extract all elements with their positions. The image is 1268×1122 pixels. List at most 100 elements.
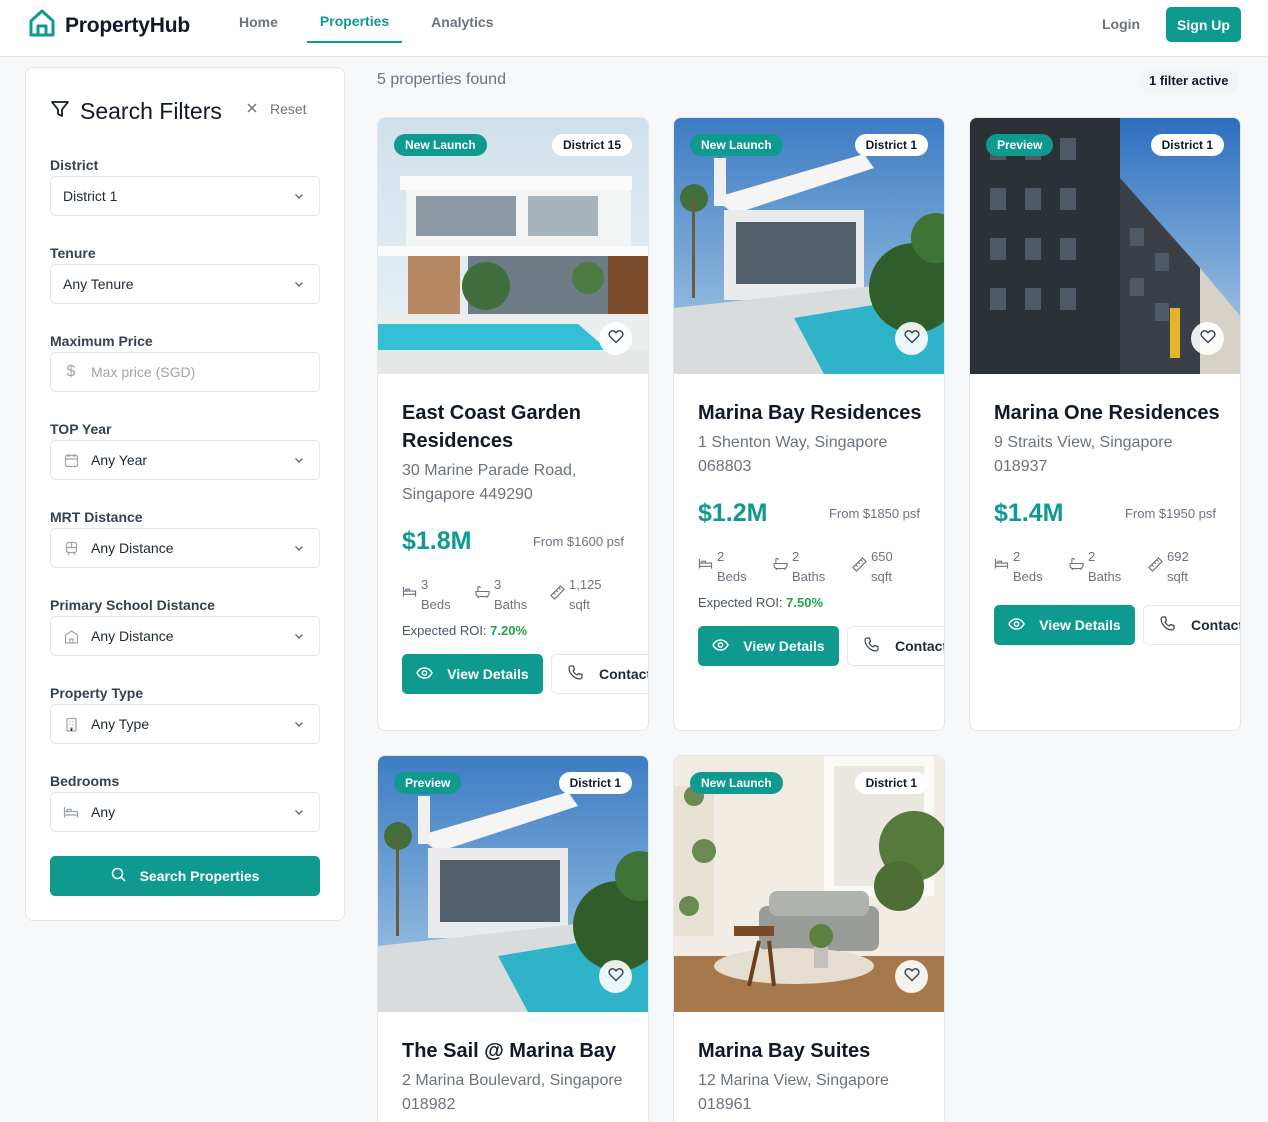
max-price-label: Maximum Price	[50, 333, 153, 349]
roi-label: Expected ROI:	[402, 623, 491, 638]
ruler-icon	[852, 557, 868, 587]
login-link[interactable]: Login	[1102, 16, 1140, 32]
property-price: $1.2M	[698, 499, 768, 527]
price-per-sqft: From $1950 psf	[1124, 506, 1216, 521]
property-title[interactable]: The Sail @ Marina Bay	[402, 1037, 642, 1065]
area-value: 692	[1167, 549, 1189, 564]
search-properties-button[interactable]: Search Properties	[50, 856, 320, 896]
eye-icon	[416, 666, 434, 682]
view-details-button[interactable]: View Details	[994, 605, 1135, 645]
property-address: 1 Shenton Way, Singapore 068803	[698, 434, 888, 475]
beds-spec: 3 Beds	[402, 575, 451, 615]
school-distance-value: Any Distance	[91, 628, 174, 644]
logo[interactable]: PropertyHub	[27, 8, 190, 43]
nav-properties[interactable]: Properties	[306, 0, 403, 43]
view-details-button[interactable]: View Details	[402, 654, 543, 694]
baths-spec: 3 Baths	[475, 575, 527, 615]
property-address: 9 Straits View, Singapore 018937	[994, 434, 1173, 475]
property-title[interactable]: Marina One Residences	[994, 399, 1234, 427]
favorite-button[interactable]	[895, 960, 928, 993]
contact-button[interactable]: Contact	[1143, 605, 1241, 645]
baths-spec: 2 Baths	[773, 547, 825, 587]
price-row: $1.2M From $1850 psf	[698, 493, 944, 535]
filters-title: Search Filters	[80, 98, 222, 124]
baths-label: Baths	[1088, 569, 1122, 584]
bed-icon	[63, 804, 79, 820]
app-name: PropertyHub	[65, 13, 190, 37]
property-specs: 2 Beds 2 Baths 692 sqft	[994, 547, 1240, 589]
area-label: sqft	[569, 597, 590, 612]
baths-label: Baths	[792, 569, 826, 584]
contact-label: Contact	[599, 666, 649, 682]
beds-label: Beds	[421, 597, 451, 612]
top-year-label: TOP Year	[50, 421, 112, 437]
beds-spec: 2 Beds	[698, 547, 747, 587]
nav-analytics[interactable]: Analytics	[418, 0, 506, 43]
chevron-down-icon	[293, 805, 305, 821]
bedrooms-value: Any	[91, 804, 116, 820]
favorite-button[interactable]	[895, 322, 928, 355]
area-spec: 650 sqft	[852, 547, 893, 587]
max-price-input[interactable]: $ Max price (SGD)	[50, 352, 320, 392]
school-distance-select[interactable]: Any Distance	[50, 616, 320, 656]
mrt-distance-select[interactable]: Any Distance	[50, 528, 320, 568]
beds-spec: 2 Beds	[994, 547, 1043, 587]
property-title[interactable]: Marina Bay Residences	[698, 399, 938, 427]
property-price: $1.8M	[402, 527, 472, 555]
calendar-icon	[63, 452, 79, 468]
property-title[interactable]: East Coast Garden Residences	[402, 399, 632, 455]
heart-icon	[607, 329, 624, 349]
beds-count: 2	[717, 549, 725, 564]
district-select[interactable]: District 1	[50, 176, 320, 216]
contact-button[interactable]: Contact	[551, 654, 649, 694]
area-value: 650	[871, 549, 893, 564]
reset-button[interactable]: Reset	[246, 101, 307, 117]
favorite-button[interactable]	[599, 322, 632, 355]
close-icon	[246, 101, 258, 117]
card-actions: View Details Contact	[994, 605, 1240, 645]
property-title[interactable]: Marina Bay Suites	[698, 1037, 938, 1065]
search-filters-panel: Search Filters Reset District District 1…	[25, 67, 345, 921]
school-distance-label: Primary School Distance	[50, 597, 215, 613]
contact-button[interactable]: Contact	[847, 626, 945, 666]
property-card: Preview District 1 The Sail @ Marina Bay…	[377, 755, 649, 1122]
chevron-down-icon	[293, 189, 305, 205]
contact-label: Contact	[895, 638, 945, 654]
heart-icon	[1199, 329, 1216, 349]
property-type-label: Property Type	[50, 685, 144, 701]
signup-button[interactable]: Sign Up	[1166, 7, 1241, 42]
view-details-button[interactable]: View Details	[698, 626, 839, 666]
area-label: sqft	[871, 569, 892, 584]
filter-icon	[50, 98, 70, 125]
nav-home[interactable]: Home	[226, 0, 291, 43]
top-navbar: PropertyHub Home Properties Analytics Lo…	[0, 0, 1268, 57]
launch-badge: Preview	[394, 772, 462, 794]
tenure-select[interactable]: Any Tenure	[50, 264, 320, 304]
contact-label: Contact	[1191, 617, 1241, 633]
card-body: Marina Bay Suites 12 Marina View, Singap…	[698, 1037, 944, 1117]
chevron-down-icon	[293, 629, 305, 645]
bedrooms-select[interactable]: Any	[50, 792, 320, 832]
beds-label: Beds	[717, 569, 747, 584]
property-specs: 3 Beds 3 Baths 1,125 sqft	[402, 575, 648, 617]
eye-icon	[1008, 617, 1026, 633]
property-type-select[interactable]: Any Type	[50, 704, 320, 744]
home-icon	[27, 8, 57, 43]
chevron-down-icon	[293, 541, 305, 557]
price-row: $1.4M From $1950 psf	[994, 493, 1240, 535]
favorite-button[interactable]	[1191, 322, 1224, 355]
district-label: District	[50, 157, 99, 173]
search-icon	[111, 867, 126, 885]
bed-icon	[402, 585, 418, 615]
property-card: Preview District 1 Marina One Residences…	[969, 117, 1241, 731]
tenure-value: Any Tenure	[63, 276, 134, 292]
bath-icon	[773, 557, 789, 587]
roi-value: 7.20%	[490, 623, 528, 638]
launch-badge: Preview	[986, 134, 1054, 156]
property-type-value: Any Type	[91, 716, 150, 732]
top-year-select[interactable]: Any Year	[50, 440, 320, 480]
baths-count: 2	[792, 549, 800, 564]
max-price-placeholder: Max price (SGD)	[91, 364, 196, 380]
view-details-label: View Details	[1039, 617, 1121, 633]
favorite-button[interactable]	[599, 960, 632, 993]
